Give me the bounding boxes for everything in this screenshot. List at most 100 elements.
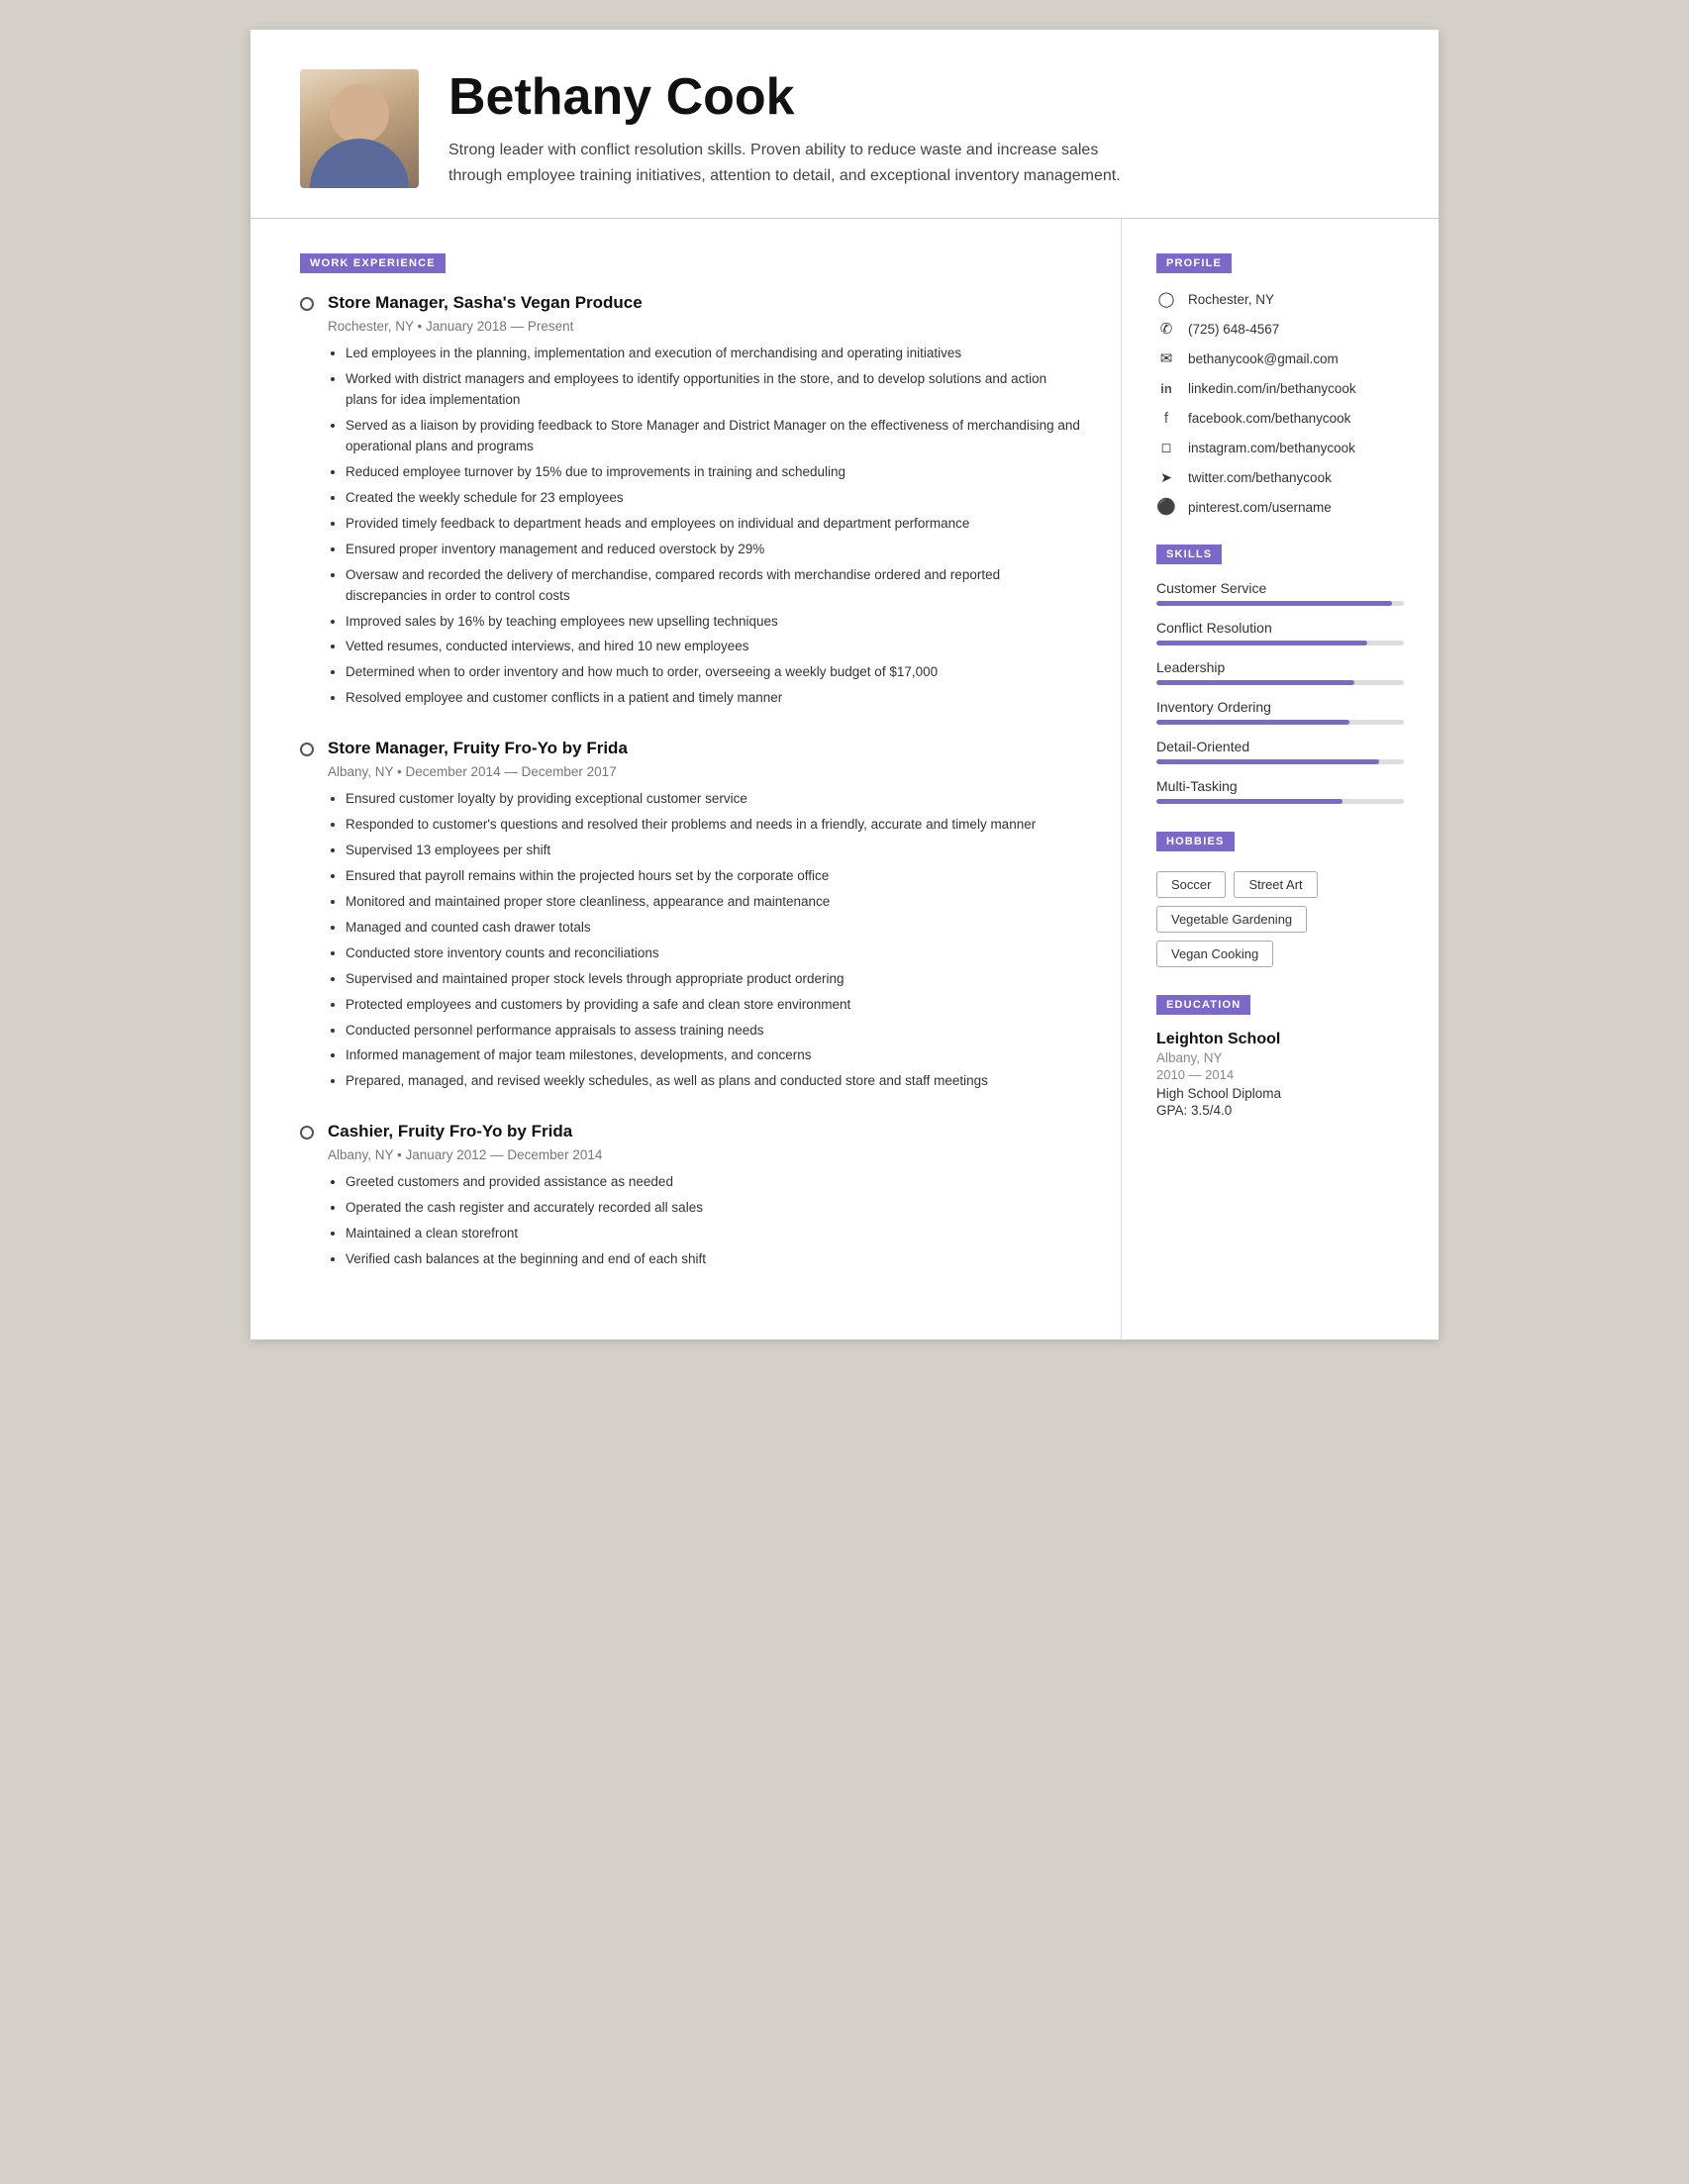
skill-customer-service: Customer Service: [1156, 580, 1404, 606]
edu-location: Albany, NY: [1156, 1050, 1404, 1065]
profile-facebook-text: facebook.com/bethanycook: [1188, 411, 1350, 426]
hobby-street-art: Street Art: [1234, 871, 1317, 898]
hobbies-section: HOBBIES Soccer Street Art Vegetable Gard…: [1156, 832, 1404, 967]
skill-name: Multi-Tasking: [1156, 778, 1404, 794]
hobby-vegetable-gardening: Vegetable Gardening: [1156, 906, 1307, 933]
candidate-summary: Strong leader with conflict resolution s…: [448, 138, 1142, 188]
edu-degree: High School Diploma: [1156, 1086, 1404, 1101]
list-item: Supervised and maintained proper stock l…: [346, 969, 1081, 990]
skills-section: SKILLS Customer Service Conflict Resolut…: [1156, 545, 1404, 804]
job-2-meta: Albany, NY • December 2014 — December 20…: [328, 764, 1081, 779]
education-section: EDUCATION Leighton School Albany, NY 201…: [1156, 995, 1404, 1118]
instagram-icon: ◻: [1156, 438, 1176, 457]
location-icon: ◯: [1156, 289, 1176, 309]
profile-linkedin: in linkedin.com/in/bethanycook: [1156, 378, 1404, 398]
job-3-title: Cashier, Fruity Fro-Yo by Frida: [328, 1122, 572, 1142]
resume-container: Bethany Cook Strong leader with conflict…: [250, 30, 1439, 1340]
profile-facebook: f facebook.com/bethanycook: [1156, 408, 1404, 428]
hobby-soccer: Soccer: [1156, 871, 1226, 898]
list-item: Supervised 13 employees per shift: [346, 841, 1081, 861]
list-item: Created the weekly schedule for 23 emplo…: [346, 488, 1081, 509]
skill-multi-tasking: Multi-Tasking: [1156, 778, 1404, 804]
skill-conflict-resolution: Conflict Resolution: [1156, 620, 1404, 645]
list-item: Ensured proper inventory management and …: [346, 540, 1081, 560]
header-section: Bethany Cook Strong leader with conflict…: [250, 30, 1439, 219]
list-item: Determined when to order inventory and h…: [346, 662, 1081, 683]
list-item: Oversaw and recorded the delivery of mer…: [346, 565, 1081, 607]
skill-leadership: Leadership: [1156, 659, 1404, 685]
list-item: Worked with district managers and employ…: [346, 369, 1081, 411]
job-1: Store Manager, Sasha's Vegan Produce Roc…: [300, 293, 1081, 709]
list-item: Responded to customer's questions and re…: [346, 815, 1081, 836]
list-item: Informed management of major team milest…: [346, 1045, 1081, 1066]
profile-pinterest: ⚫ pinterest.com/username: [1156, 497, 1404, 517]
edu-school: Leighton School: [1156, 1031, 1404, 1048]
skill-name: Inventory Ordering: [1156, 699, 1404, 715]
profile-phone: ✆ (725) 648-4567: [1156, 319, 1404, 339]
phone-icon: ✆: [1156, 319, 1176, 339]
job-1-circle: [300, 297, 314, 311]
list-item: Resolved employee and customer conflicts…: [346, 688, 1081, 709]
profile-email-text: bethanycook@gmail.com: [1188, 351, 1339, 366]
job-2: Store Manager, Fruity Fro-Yo by Frida Al…: [300, 739, 1081, 1092]
list-item: Ensured customer loyalty by providing ex…: [346, 789, 1081, 810]
work-experience-label: WORK EXPERIENCE: [300, 253, 446, 273]
skill-bar-bg: [1156, 641, 1404, 645]
list-item: Improved sales by 16% by teaching employ…: [346, 612, 1081, 633]
job-1-bullets: Led employees in the planning, implement…: [328, 344, 1081, 709]
avatar: [300, 69, 419, 188]
job-2-title: Store Manager, Fruity Fro-Yo by Frida: [328, 739, 628, 758]
skill-bar-fill: [1156, 641, 1367, 645]
profile-section: PROFILE ◯ Rochester, NY ✆ (725) 648-4567…: [1156, 253, 1404, 517]
list-item: Maintained a clean storefront: [346, 1224, 1081, 1244]
job-3-header: Cashier, Fruity Fro-Yo by Frida: [300, 1122, 1081, 1143]
profile-location: ◯ Rochester, NY: [1156, 289, 1404, 309]
profile-pinterest-text: pinterest.com/username: [1188, 500, 1332, 515]
profile-phone-text: (725) 648-4567: [1188, 322, 1279, 337]
skill-name: Conflict Resolution: [1156, 620, 1404, 636]
job-1-title: Store Manager, Sasha's Vegan Produce: [328, 293, 643, 313]
skill-bar-bg: [1156, 720, 1404, 725]
job-1-meta: Rochester, NY • January 2018 — Present: [328, 319, 1081, 334]
job-1-header: Store Manager, Sasha's Vegan Produce: [300, 293, 1081, 315]
job-2-bullets: Ensured customer loyalty by providing ex…: [328, 789, 1081, 1092]
twitter-icon: ➤: [1156, 467, 1176, 487]
hobbies-grid: Soccer Street Art Vegetable Gardening Ve…: [1156, 871, 1404, 967]
skill-name: Leadership: [1156, 659, 1404, 675]
skill-bar-fill: [1156, 680, 1354, 685]
profile-twitter: ➤ twitter.com/bethanycook: [1156, 467, 1404, 487]
list-item: Conducted personnel performance appraisa…: [346, 1021, 1081, 1042]
job-3-bullets: Greeted customers and provided assistanc…: [328, 1172, 1081, 1270]
email-icon: ✉: [1156, 348, 1176, 368]
edu-years: 2010 — 2014: [1156, 1067, 1404, 1082]
skill-inventory-ordering: Inventory Ordering: [1156, 699, 1404, 725]
list-item: Greeted customers and provided assistanc…: [346, 1172, 1081, 1193]
profile-location-text: Rochester, NY: [1188, 292, 1274, 307]
education-label: EDUCATION: [1156, 995, 1250, 1015]
facebook-icon: f: [1156, 408, 1176, 428]
profile-instagram-text: instagram.com/bethanycook: [1188, 441, 1355, 455]
left-column: WORK EXPERIENCE Store Manager, Sasha's V…: [250, 219, 1122, 1340]
job-3-circle: [300, 1126, 314, 1140]
right-column: PROFILE ◯ Rochester, NY ✆ (725) 648-4567…: [1122, 219, 1439, 1340]
skill-name: Detail-Oriented: [1156, 739, 1404, 754]
profile-label: PROFILE: [1156, 253, 1232, 273]
profile-email: ✉ bethanycook@gmail.com: [1156, 348, 1404, 368]
profile-instagram: ◻ instagram.com/bethanycook: [1156, 438, 1404, 457]
list-item: Led employees in the planning, implement…: [346, 344, 1081, 364]
skill-bar-fill: [1156, 720, 1349, 725]
list-item: Vetted resumes, conducted interviews, an…: [346, 637, 1081, 657]
list-item: Provided timely feedback to department h…: [346, 514, 1081, 535]
job-3-meta: Albany, NY • January 2012 — December 201…: [328, 1147, 1081, 1162]
skill-bar-bg: [1156, 759, 1404, 764]
list-item: Ensured that payroll remains within the …: [346, 866, 1081, 887]
skill-bar-bg: [1156, 601, 1404, 606]
list-item: Prepared, managed, and revised weekly sc…: [346, 1071, 1081, 1092]
job-2-circle: [300, 743, 314, 756]
skill-name: Customer Service: [1156, 580, 1404, 596]
list-item: Operated the cash register and accuratel…: [346, 1198, 1081, 1219]
job-2-header: Store Manager, Fruity Fro-Yo by Frida: [300, 739, 1081, 760]
job-3: Cashier, Fruity Fro-Yo by Frida Albany, …: [300, 1122, 1081, 1270]
profile-linkedin-text: linkedin.com/in/bethanycook: [1188, 381, 1356, 396]
list-item: Reduced employee turnover by 15% due to …: [346, 462, 1081, 483]
